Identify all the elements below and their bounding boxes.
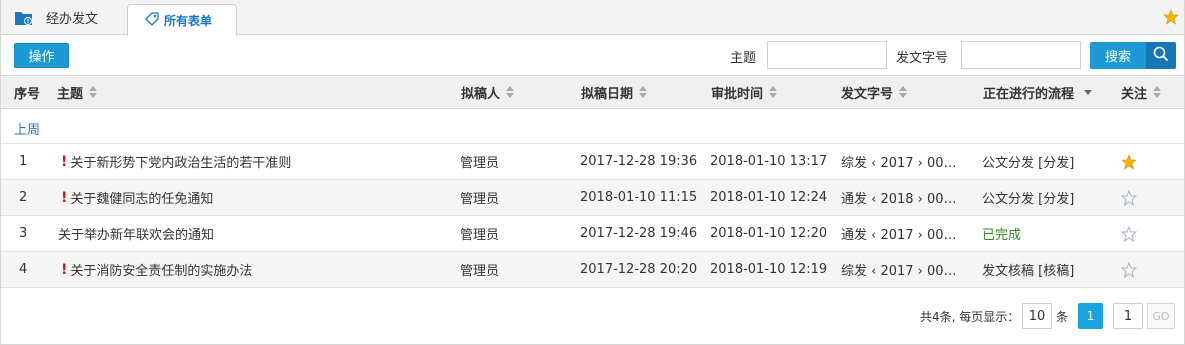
col-drafter[interactable]: 拟稿人 (461, 76, 515, 108)
row-subject-text: 关于新形势下党内政治生活的若干准则 (70, 156, 292, 171)
row-approve-time: 2018-01-10 12:20 (710, 226, 828, 241)
row-subject[interactable]: ! 关于魏健同志的任免通知 (61, 180, 456, 215)
col-subject[interactable]: 主题 (57, 76, 98, 108)
row-approve-time: 2018-01-10 12:19 (710, 262, 828, 277)
sort-icon (769, 86, 778, 98)
group-label: 上周 (14, 123, 41, 138)
row-draft-date: 2018-01-10 11:15 (580, 190, 698, 205)
docno-filter-label: 发文字号 (896, 51, 949, 66)
docno-filter-input[interactable] (961, 41, 1081, 69)
tab-all-forms[interactable]: 所有表单 (127, 4, 237, 36)
go-button[interactable]: GO (1147, 303, 1175, 329)
tab-handled-docs[interactable]: 经办发文 (1, 0, 127, 35)
row-approve-time: 2018-01-10 12:24 (710, 190, 828, 205)
group-row[interactable]: 上周 (1, 110, 1184, 144)
col-approve-time[interactable]: 审批时间 (711, 76, 778, 108)
sort-icon (639, 86, 648, 98)
tab-handled-docs-label: 经办发文 (46, 12, 99, 27)
star-outline-icon[interactable] (1121, 180, 1137, 215)
row-subject-text: 关于举办新年联欢会的通知 (58, 228, 215, 243)
search-button[interactable]: 搜索 (1090, 42, 1146, 69)
row-approve-time: 2018-01-10 13:17 (710, 154, 828, 169)
row-drafter: 管理员 (460, 228, 500, 243)
row-subject-text: 关于消防安全责任制的实施办法 (70, 264, 253, 279)
row-subject[interactable]: 关于举办新年联欢会的通知 (58, 216, 453, 251)
star-outline-icon[interactable] (1121, 252, 1137, 287)
star-outline-icon[interactable] (1121, 216, 1137, 251)
row-docno: 综发 ‹ 2017 › 00… (841, 264, 957, 279)
row-subject[interactable]: ! 关于新形势下党内政治生活的若干准则 (61, 144, 456, 179)
col-draft-date[interactable]: 拟稿日期 (581, 76, 648, 108)
row-flow: 已完成 (982, 228, 1022, 243)
subject-filter-label: 主题 (730, 51, 757, 66)
row-seq: 2 (19, 190, 28, 205)
row-drafter: 管理员 (460, 264, 500, 279)
tag-icon (145, 12, 159, 29)
col-flow[interactable]: 正在进行的流程 (983, 76, 1093, 108)
row-docno: 综发 ‹ 2017 › 00… (841, 156, 957, 171)
row-draft-date: 2017-12-28 20:20 (580, 262, 698, 277)
search-icon (1153, 46, 1169, 66)
sort-icon (89, 86, 98, 98)
col-docno[interactable]: 发文字号 (841, 76, 908, 108)
row-flow: 发文核稿 [核稿] (982, 264, 1075, 279)
col-follow[interactable]: 关注 (1121, 76, 1162, 108)
page-size-input[interactable]: 10 (1022, 303, 1052, 329)
urgent-icon: ! (61, 189, 68, 206)
col-seq: 序号 (14, 86, 41, 102)
sort-desc-icon (1084, 89, 1093, 95)
table-row[interactable]: 1! 关于新形势下党内政治生活的若干准则 管理员 2017-12-28 19:36 20… (1, 144, 1184, 180)
row-draft-date: 2017-12-28 19:36 (580, 154, 698, 169)
urgent-icon: ! (61, 261, 68, 278)
subject-filter-input[interactable] (767, 41, 887, 69)
pager-info: 共4条, 每页显示： (920, 310, 1020, 324)
row-subject[interactable]: ! 关于消防安全责任制的实施办法 (61, 252, 456, 287)
page-size-unit: 条 (1056, 310, 1069, 324)
operate-button[interactable]: 操作 (14, 43, 69, 68)
table-header: 序号 主题 拟稿人 拟稿日期 审批时间 发文字号 正在进行的流程 关注 (1, 75, 1184, 109)
goto-page-input[interactable]: 1 (1113, 303, 1143, 329)
row-subject-text: 关于魏健同志的任免通知 (70, 192, 214, 207)
row-seq: 3 (19, 226, 28, 241)
row-seq: 4 (19, 262, 28, 277)
table-row[interactable]: 2! 关于魏健同志的任免通知 管理员 2018-01-10 11:15 2018-01-… (1, 180, 1184, 216)
row-seq: 1 (19, 154, 28, 169)
row-flow: 公文分发 [分发] (982, 192, 1075, 207)
table-row[interactable]: 4! 关于消防安全责任制的实施办法 管理员 2017-12-28 20:20 2018-… (1, 252, 1184, 288)
table-row[interactable]: 3 关于举办新年联欢会的通知 管理员 2017-12-28 19:46 2018-01-… (1, 216, 1184, 252)
row-draft-date: 2017-12-28 19:46 (580, 226, 698, 241)
row-docno: 通发 ‹ 2018 › 00… (841, 192, 957, 207)
sort-icon (1153, 86, 1162, 98)
tab-all-forms-label: 所有表单 (164, 14, 213, 28)
folder-icon (14, 10, 34, 26)
current-page-button[interactable]: 1 (1078, 303, 1103, 329)
tab-bar: 经办发文 所有表单 (1, 0, 1184, 36)
star-filled-icon[interactable] (1121, 144, 1137, 179)
search-icon-button[interactable] (1146, 42, 1176, 69)
row-drafter: 管理员 (460, 192, 500, 207)
row-docno: 通发 ‹ 2017 › 00… (841, 228, 957, 243)
urgent-icon: ! (61, 153, 68, 170)
row-flow: 公文分发 [分发] (982, 156, 1075, 171)
row-drafter: 管理员 (460, 156, 500, 171)
sort-icon (899, 86, 908, 98)
sort-icon (506, 86, 515, 98)
favorite-star-icon[interactable] (1163, 9, 1179, 29)
